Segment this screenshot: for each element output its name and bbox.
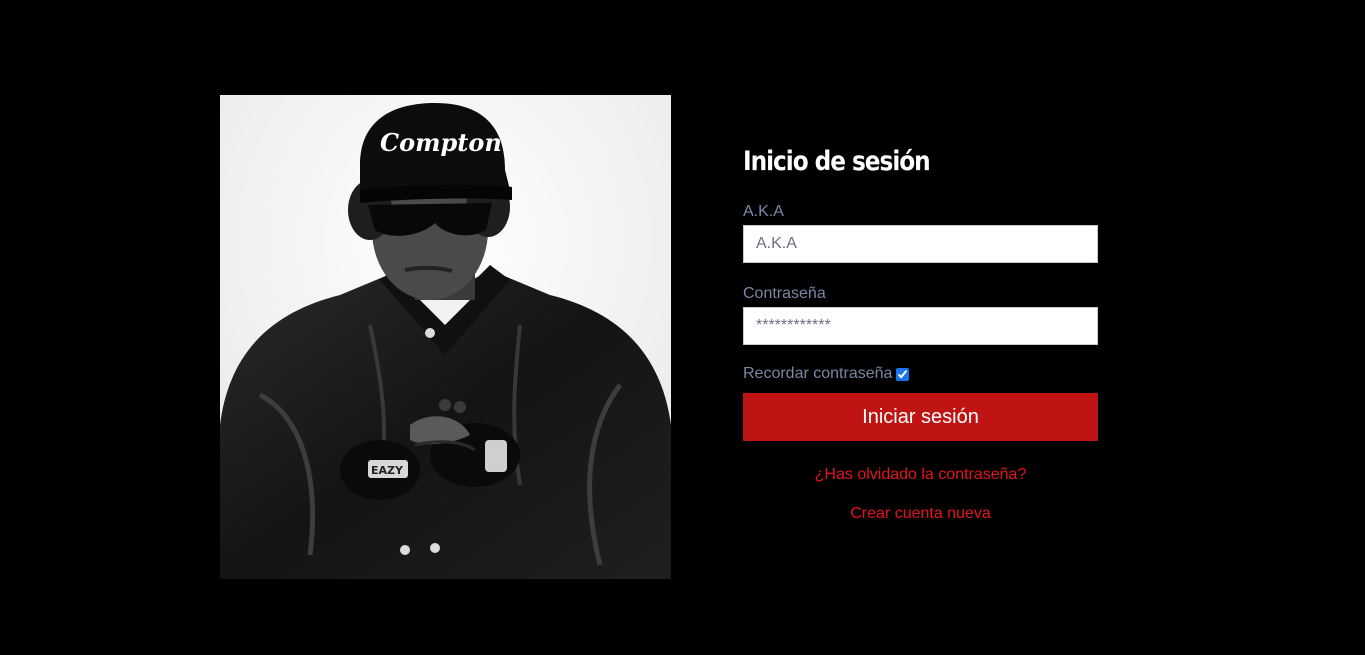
- aka-input[interactable]: [743, 225, 1098, 263]
- cap-logo-text: Compton: [380, 128, 502, 157]
- profile-photo: Compton EAZY: [220, 95, 671, 579]
- remember-row: Recordar contraseña: [743, 364, 1098, 384]
- remember-label: Recordar contraseña: [743, 365, 893, 382]
- create-account-link[interactable]: Crear cuenta nueva: [743, 505, 1098, 523]
- login-page: Compton EAZY Inicio de sesión A.K.A Cont…: [0, 0, 1365, 655]
- ring-text: EAZY: [371, 464, 404, 477]
- remember-checkbox[interactable]: [896, 367, 910, 381]
- login-form: Inicio de sesión A.K.A Contraseña Record…: [743, 140, 1098, 523]
- forgot-password-link[interactable]: ¿Has olvidado la contraseña?: [743, 466, 1098, 484]
- password-input[interactable]: [743, 307, 1098, 345]
- page-title: Inicio de sesión: [743, 146, 931, 177]
- login-button[interactable]: Iniciar sesión: [743, 393, 1098, 441]
- aka-label: A.K.A: [743, 203, 784, 220]
- password-label: Contraseña: [743, 285, 826, 302]
